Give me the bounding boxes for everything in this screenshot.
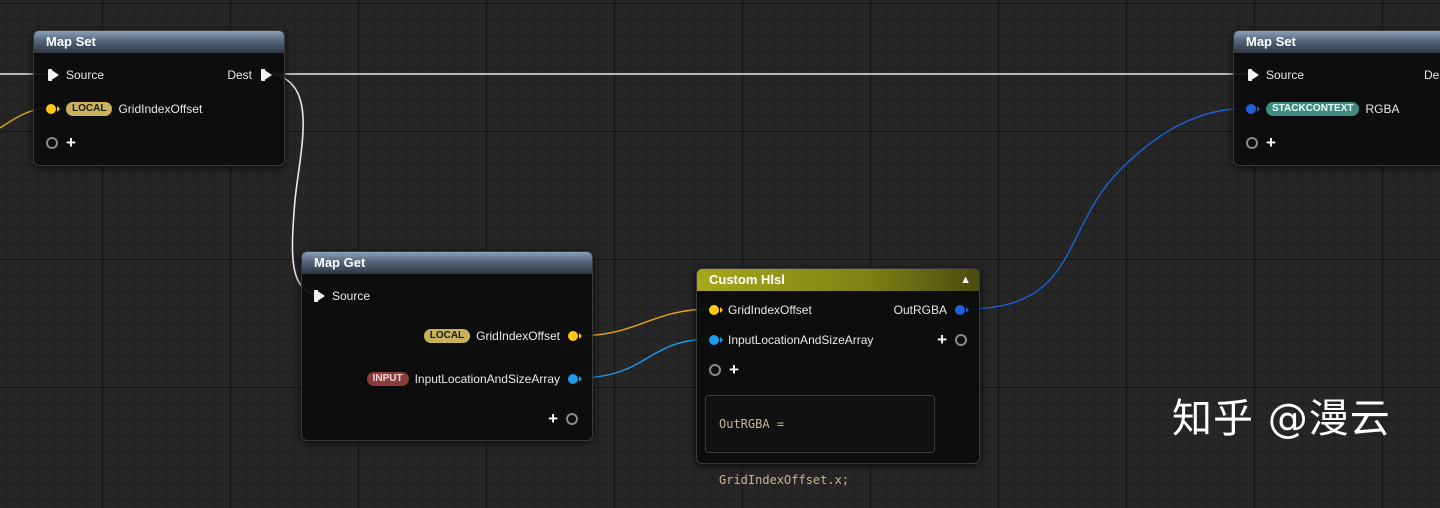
- add-input-row[interactable]: +: [709, 360, 739, 380]
- key-pin-row[interactable]: STACKCONTEXT RGBA: [1246, 99, 1400, 119]
- add-pin-button[interactable]: +: [1266, 134, 1276, 151]
- key-label: GridIndexOffset: [118, 102, 203, 116]
- float-pin-icon[interactable]: [568, 331, 582, 341]
- exec-pin-icon[interactable]: [261, 69, 272, 81]
- key-label: RGBA: [1365, 102, 1400, 116]
- exec-pin-icon[interactable]: [314, 290, 325, 302]
- add-pin-row[interactable]: +: [548, 409, 578, 429]
- output-label: InputLocationAndSizeArray: [414, 372, 560, 386]
- watermark-text: 知乎 @漫云: [1172, 396, 1391, 442]
- float-pin-icon[interactable]: [46, 104, 60, 114]
- source-label: Source: [66, 68, 105, 82]
- dest-label: Dest: [227, 68, 252, 82]
- map-get-node[interactable]: Map Get Source LOCAL GridIndexOffset INP…: [301, 251, 593, 441]
- map-set-node-left[interactable]: Map Set Source Dest LOCAL GridIndexOffse…: [33, 30, 285, 166]
- node-title: Map Set: [1234, 31, 1440, 53]
- dest-pin-row[interactable]: Dest: [227, 65, 272, 85]
- key-pin-row[interactable]: LOCAL GridIndexOffset: [46, 99, 202, 119]
- node-title: Custom Hlsl: [709, 272, 785, 287]
- vector-wire-inputlocation: [575, 338, 713, 379]
- add-output-row[interactable]: +: [937, 330, 967, 350]
- empty-pin-icon[interactable]: [46, 137, 58, 149]
- empty-pin-icon[interactable]: [566, 413, 578, 425]
- stackcontext-badge: STACKCONTEXT: [1266, 102, 1360, 116]
- add-pin-button[interactable]: +: [548, 410, 558, 427]
- custom-hlsl-node[interactable]: Custom Hlsl ▲ GridIndexOffset OutRGBA In…: [696, 268, 980, 487]
- map-set-node-right[interactable]: Map Set Source Des STACKCONTEXT RGBA +: [1233, 30, 1440, 166]
- dest-label: Des: [1424, 68, 1440, 82]
- source-label: Source: [332, 289, 371, 303]
- node-title-bar: Custom Hlsl ▲: [697, 269, 979, 291]
- input-label: GridIndexOffset: [728, 303, 812, 317]
- source-pin-row[interactable]: Source: [46, 65, 104, 85]
- add-pin-row[interactable]: +: [1246, 133, 1276, 153]
- output-outrgba-row[interactable]: OutRGBA: [893, 300, 969, 320]
- node-title: Map Get: [302, 252, 592, 274]
- input-inputlocation-row[interactable]: InputLocationAndSizeArray: [709, 330, 873, 350]
- add-input-button[interactable]: +: [729, 361, 739, 378]
- add-pin-button[interactable]: +: [66, 134, 76, 151]
- add-pin-row[interactable]: +: [46, 133, 76, 153]
- empty-pin-icon[interactable]: [1246, 137, 1258, 149]
- output-inputlocation-row[interactable]: INPUT InputLocationAndSizeArray: [366, 369, 582, 389]
- output-label: GridIndexOffset: [476, 329, 560, 343]
- source-pin-row[interactable]: Source: [1246, 65, 1304, 85]
- local-badge: LOCAL: [66, 102, 113, 116]
- exec-pin-icon[interactable]: [48, 69, 59, 81]
- collapse-arrow-icon[interactable]: ▲: [960, 269, 971, 291]
- vector-pin-icon[interactable]: [709, 335, 723, 345]
- empty-pin-icon[interactable]: [955, 334, 967, 346]
- rgba-pin-icon[interactable]: [1246, 104, 1260, 114]
- vector-pin-icon[interactable]: [568, 374, 582, 384]
- output-label: OutRGBA: [893, 303, 947, 317]
- local-badge: LOCAL: [423, 329, 471, 343]
- hlsl-code-box[interactable]: OutRGBA = GridIndexOffset.x;: [705, 395, 935, 487]
- hlsl-code-text: OutRGBA = GridIndexOffset.x;: [719, 417, 850, 487]
- input-badge: INPUT: [366, 372, 409, 386]
- node-title: Map Set: [34, 31, 284, 53]
- rgba-pin-icon[interactable]: [955, 305, 969, 315]
- output-gridindexoffset-row[interactable]: LOCAL GridIndexOffset: [423, 326, 582, 346]
- float-wire-gridindexoffset: [575, 308, 713, 337]
- add-output-button[interactable]: +: [937, 331, 947, 348]
- exec-pin-icon[interactable]: [1248, 69, 1259, 81]
- input-label: InputLocationAndSizeArray: [728, 333, 874, 347]
- float-pin-icon[interactable]: [709, 305, 723, 315]
- rgba-wire-out: [965, 107, 1251, 310]
- source-pin-row[interactable]: Source: [312, 286, 370, 306]
- empty-pin-icon[interactable]: [709, 364, 721, 376]
- input-gridindexoffset-row[interactable]: GridIndexOffset: [709, 300, 812, 320]
- source-label: Source: [1266, 68, 1305, 82]
- dest-pin-row[interactable]: Des: [1424, 65, 1440, 85]
